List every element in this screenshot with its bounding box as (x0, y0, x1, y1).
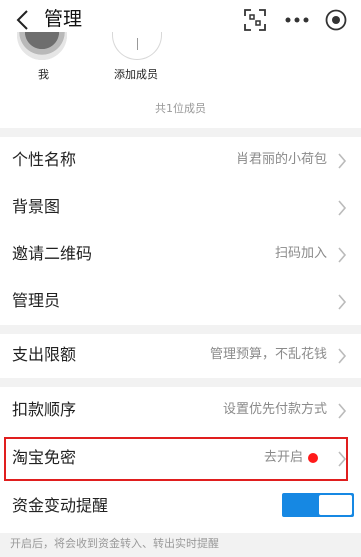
row-invite-qr[interactable]: 邀请二维码 扫码加入 (0, 231, 361, 278)
chevron-right-icon (338, 348, 347, 364)
member-me-label: 我 (38, 68, 49, 81)
settings-group-basic: 个性名称 肖君丽的小荷包 背景图 邀请二维码 扫码加入 管理员 (0, 137, 361, 325)
chevron-right-icon (338, 247, 347, 263)
row-label: 邀请二维码 (12, 244, 93, 263)
page-title: 管理 (44, 8, 83, 30)
row-label: 个性名称 (12, 150, 77, 169)
scan-icon[interactable] (244, 9, 266, 31)
row-nickname[interactable]: 个性名称 肖君丽的小荷包 (0, 137, 361, 184)
row-value: 管理预算，不乱花钱 (209, 347, 327, 362)
plus-icon (137, 38, 138, 50)
row-label: 支出限额 (12, 345, 77, 364)
row-spend-limit[interactable]: 支出限额 管理预算，不乱花钱 (0, 332, 361, 379)
row-label: 背景图 (12, 197, 61, 216)
members-section: 我 添加成员 共1位成员 (0, 32, 361, 128)
row-label: 扣款顺序 (12, 400, 77, 419)
chevron-right-icon (338, 294, 347, 310)
row-deduct-order[interactable]: 扣款顺序 设置优先付款方式 (0, 387, 361, 434)
footer-note: 开启后，将会收到资金转入、转出实时提醒 (10, 537, 219, 550)
row-label: 资金变动提醒 (12, 496, 109, 515)
add-member-button[interactable] (112, 32, 162, 60)
row-background[interactable]: 背景图 (0, 184, 361, 231)
row-value: 肖君丽的小荷包 (235, 152, 327, 167)
row-label: 管理员 (12, 291, 61, 310)
more-dots-icon[interactable] (284, 9, 310, 31)
chevron-right-icon (338, 403, 347, 419)
settings-group-limit: 支出限额 管理预算，不乱花钱 (0, 334, 361, 378)
avatar[interactable] (17, 32, 67, 60)
back-arrow-icon[interactable] (12, 8, 36, 32)
close-circle-icon[interactable] (325, 9, 347, 31)
row-value: 设置优先付款方式 (222, 402, 327, 417)
member-count: 共1位成员 (155, 102, 206, 115)
highlight-box (4, 437, 348, 481)
red-dot-badge (308, 453, 318, 463)
add-member-label[interactable]: 添加成员 (114, 68, 158, 82)
toggle-knob (319, 495, 352, 515)
chevron-right-icon (338, 153, 347, 169)
chevron-right-icon (338, 200, 347, 216)
fund-alert-toggle[interactable] (282, 493, 354, 517)
row-value: 扫码加入 (274, 246, 327, 261)
row-admins[interactable]: 管理员 (0, 278, 361, 325)
